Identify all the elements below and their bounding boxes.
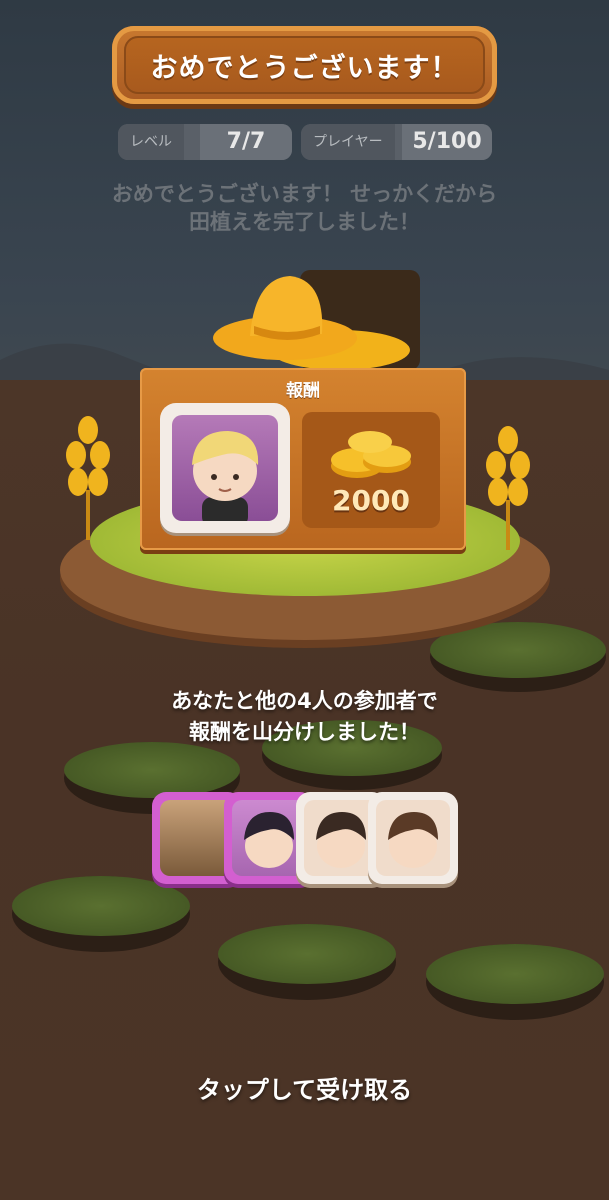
mud-hole <box>12 876 190 952</box>
participant-photo <box>304 800 378 876</box>
reward-panel: 2000 <box>302 412 440 528</box>
wheat-icon <box>486 426 530 550</box>
title-text: おめでとうございます！ <box>150 53 459 84</box>
participant-photo <box>160 800 234 876</box>
mud-hole <box>218 924 396 1000</box>
player-label: プレイヤー <box>301 124 395 160</box>
reward-amount: 2000 <box>332 484 410 517</box>
subtitle-line-1: おめでとうございます！ せっかくだから <box>111 182 498 206</box>
participant-photo <box>376 800 450 876</box>
gold-coins-icon <box>331 431 411 478</box>
level-label: レベル <box>118 124 184 160</box>
player-pill: プレイヤー 5/100 <box>301 124 492 160</box>
player-avatar <box>160 403 290 533</box>
participant-photo <box>232 800 306 876</box>
subtitle: おめでとうございます！ せっかくだから 田植えを完了しました！ <box>60 180 549 236</box>
share-line-2: 報酬を山分けしました！ <box>189 720 420 744</box>
character-icon <box>192 431 259 521</box>
share-line-1: あなたと他の4人の参加者で <box>171 689 438 713</box>
subtitle-line-2: 田植えを完了しました！ <box>189 210 420 234</box>
level-pill: レベル 7/7 <box>118 124 292 160</box>
reward-label: 報酬 <box>286 381 320 401</box>
player-avatar-image <box>172 415 278 521</box>
straw-hat-icon <box>213 276 357 360</box>
mud-hole <box>426 944 604 1020</box>
tap-to-receive-button[interactable]: タップして受け取る <box>0 1070 609 1105</box>
title-banner: おめでとうございます！ <box>112 26 497 104</box>
mud-hole <box>430 622 606 692</box>
level-value: 7/7 <box>200 124 292 160</box>
wheat-icon <box>66 416 110 540</box>
share-message: あなたと他の4人の参加者で 報酬を山分けしました！ <box>80 686 529 748</box>
player-value: 5/100 <box>402 124 492 160</box>
participant-avatar <box>368 792 458 884</box>
